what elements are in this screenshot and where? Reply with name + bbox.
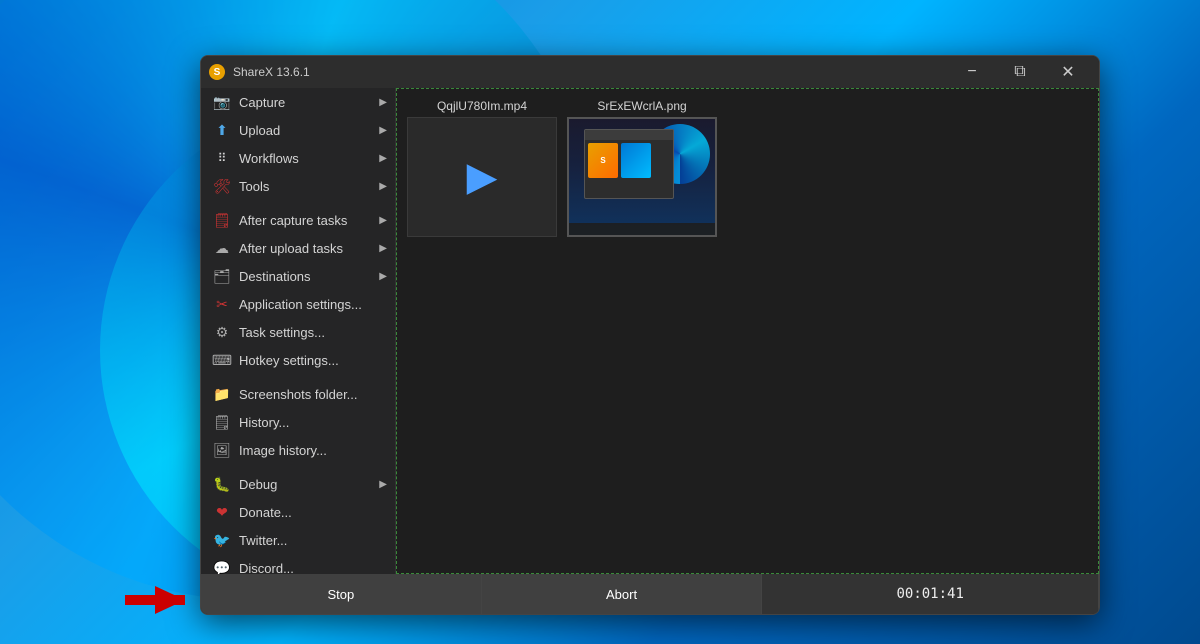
menu-panel: 📷 Capture ▶ ⬆ Upload ▶ ⠿ Workflows ▶ 🛠 T…: [201, 88, 396, 574]
donate-label: Donate...: [239, 505, 292, 520]
hotkey-settings-icon: ⌨: [213, 351, 231, 369]
menu-item-image-history[interactable]: 🖼 Image history...: [201, 436, 395, 464]
window-content-mini: S: [585, 140, 673, 181]
tools-arrow: ▶: [379, 181, 387, 192]
video-filename: QqjlU780Im.mp4: [437, 99, 527, 113]
menu-item-upload[interactable]: ⬆ Upload ▶: [201, 116, 395, 144]
upload-label: Upload: [239, 123, 280, 138]
menu-item-history[interactable]: 🗒 History...: [201, 408, 395, 436]
menu-item-after-capture[interactable]: 🗒 After capture tasks ▶: [201, 206, 395, 234]
capture-arrow: ▶: [379, 97, 387, 108]
tools-label: Tools: [239, 179, 269, 194]
menu-item-discord[interactable]: 💬 Discord...: [201, 554, 395, 574]
twitter-icon: 🐦: [213, 531, 231, 549]
screenshot-preview: S: [569, 119, 715, 235]
image-history-label: Image history...: [239, 443, 327, 458]
twitter-label: Twitter...: [239, 533, 287, 548]
thumb-orange: S: [588, 143, 618, 178]
task-settings-icon: ⚙: [213, 323, 231, 341]
task-settings-label: Task settings...: [239, 325, 325, 340]
tools-icon: 🛠: [213, 177, 231, 195]
debug-label: Debug: [239, 477, 277, 492]
abort-button[interactable]: Abort: [482, 574, 763, 614]
destinations-label: Destinations: [239, 269, 311, 284]
window-tb-mini: [585, 130, 673, 140]
after-capture-icon: 🗒: [213, 211, 231, 229]
window-controls: − ⧉ ✕: [949, 56, 1091, 88]
restore-button[interactable]: ⧉: [997, 56, 1043, 88]
video-thumbnail[interactable]: ▶: [407, 117, 557, 237]
discord-icon: 💬: [213, 559, 231, 574]
window-mini: S: [584, 129, 674, 199]
menu-item-capture[interactable]: 📷 Capture ▶: [201, 88, 395, 116]
destinations-arrow: ▶: [379, 271, 387, 282]
menu-item-twitter[interactable]: 🐦 Twitter...: [201, 526, 395, 554]
screenshots-folder-icon: 📁: [213, 385, 231, 403]
after-upload-arrow: ▶: [379, 243, 387, 254]
destinations-icon: 🗂: [213, 267, 231, 285]
donate-icon: ❤: [213, 503, 231, 521]
menu-item-screenshots-folder[interactable]: 📁 Screenshots folder...: [201, 380, 395, 408]
screenshot-filename: SrExEWcrlA.png: [597, 99, 686, 113]
history-icon: 🗒: [213, 413, 231, 431]
menu-item-tools[interactable]: 🛠 Tools ▶: [201, 172, 395, 200]
close-button[interactable]: ✕: [1045, 56, 1091, 88]
content-area: QqjlU780Im.mp4 ▶ SrExEWcrlA.png: [396, 88, 1099, 574]
titlebar: S ShareX 13.6.1 − ⧉ ✕: [201, 56, 1099, 88]
menu-item-workflows[interactable]: ⠿ Workflows ▶: [201, 144, 395, 172]
app-icon: S: [209, 64, 225, 80]
menu-item-debug[interactable]: 🐛 Debug ▶: [201, 470, 395, 498]
window-title: ShareX 13.6.1: [233, 65, 310, 79]
debug-icon: 🐛: [213, 475, 231, 493]
menu-item-hotkey-settings[interactable]: ⌨ Hotkey settings...: [201, 346, 395, 374]
menu-item-app-settings[interactable]: ✂ Application settings...: [201, 290, 395, 318]
screenshots-folder-label: Screenshots folder...: [239, 387, 358, 402]
stop-button[interactable]: Stop: [201, 574, 482, 614]
sharex-window: S ShareX 13.6.1 − ⧉ ✕ 📷 Capture ▶ ⬆ Uplo…: [200, 55, 1100, 615]
thumb-blue: [621, 143, 651, 178]
upload-icon: ⬆: [213, 121, 231, 139]
titlebar-left: S ShareX 13.6.1: [209, 64, 310, 80]
capture-icon: 📷: [213, 93, 231, 111]
red-arrow-indicator: [155, 586, 215, 614]
minimize-button[interactable]: −: [949, 56, 995, 88]
taskbar-mini: [569, 223, 715, 235]
menu-item-donate[interactable]: ❤ Donate...: [201, 498, 395, 526]
after-capture-label: After capture tasks: [239, 213, 347, 228]
bottom-bar: Stop Abort 00:01:41: [201, 574, 1099, 614]
menu-item-task-settings[interactable]: ⚙ Task settings...: [201, 318, 395, 346]
screenshot-thumbnail[interactable]: S: [567, 117, 717, 237]
app-settings-label: Application settings...: [239, 297, 362, 312]
workflows-icon: ⠿: [213, 149, 231, 167]
image-history-icon: 🖼: [213, 441, 231, 459]
file-card-video[interactable]: QqjlU780Im.mp4 ▶: [407, 99, 557, 237]
timer-display: 00:01:41: [762, 574, 1099, 614]
after-upload-icon: ☁: [213, 239, 231, 257]
after-upload-label: After upload tasks: [239, 241, 343, 256]
discord-label: Discord...: [239, 561, 294, 575]
history-label: History...: [239, 415, 289, 430]
upload-arrow: ▶: [379, 125, 387, 136]
hotkey-settings-label: Hotkey settings...: [239, 353, 339, 368]
file-card-screenshot[interactable]: SrExEWcrlA.png S: [567, 99, 717, 237]
window-body: 📷 Capture ▶ ⬆ Upload ▶ ⠿ Workflows ▶ 🛠 T…: [201, 88, 1099, 574]
after-capture-arrow: ▶: [379, 215, 387, 226]
menu-item-destinations[interactable]: 🗂 Destinations ▶: [201, 262, 395, 290]
debug-arrow: ▶: [379, 479, 387, 490]
workflows-label: Workflows: [239, 151, 299, 166]
workflows-arrow: ▶: [379, 153, 387, 164]
menu-item-after-upload[interactable]: ☁ After upload tasks ▶: [201, 234, 395, 262]
app-settings-icon: ✂: [213, 295, 231, 313]
capture-label: Capture: [239, 95, 285, 110]
video-play-icon: ▶: [467, 154, 498, 200]
